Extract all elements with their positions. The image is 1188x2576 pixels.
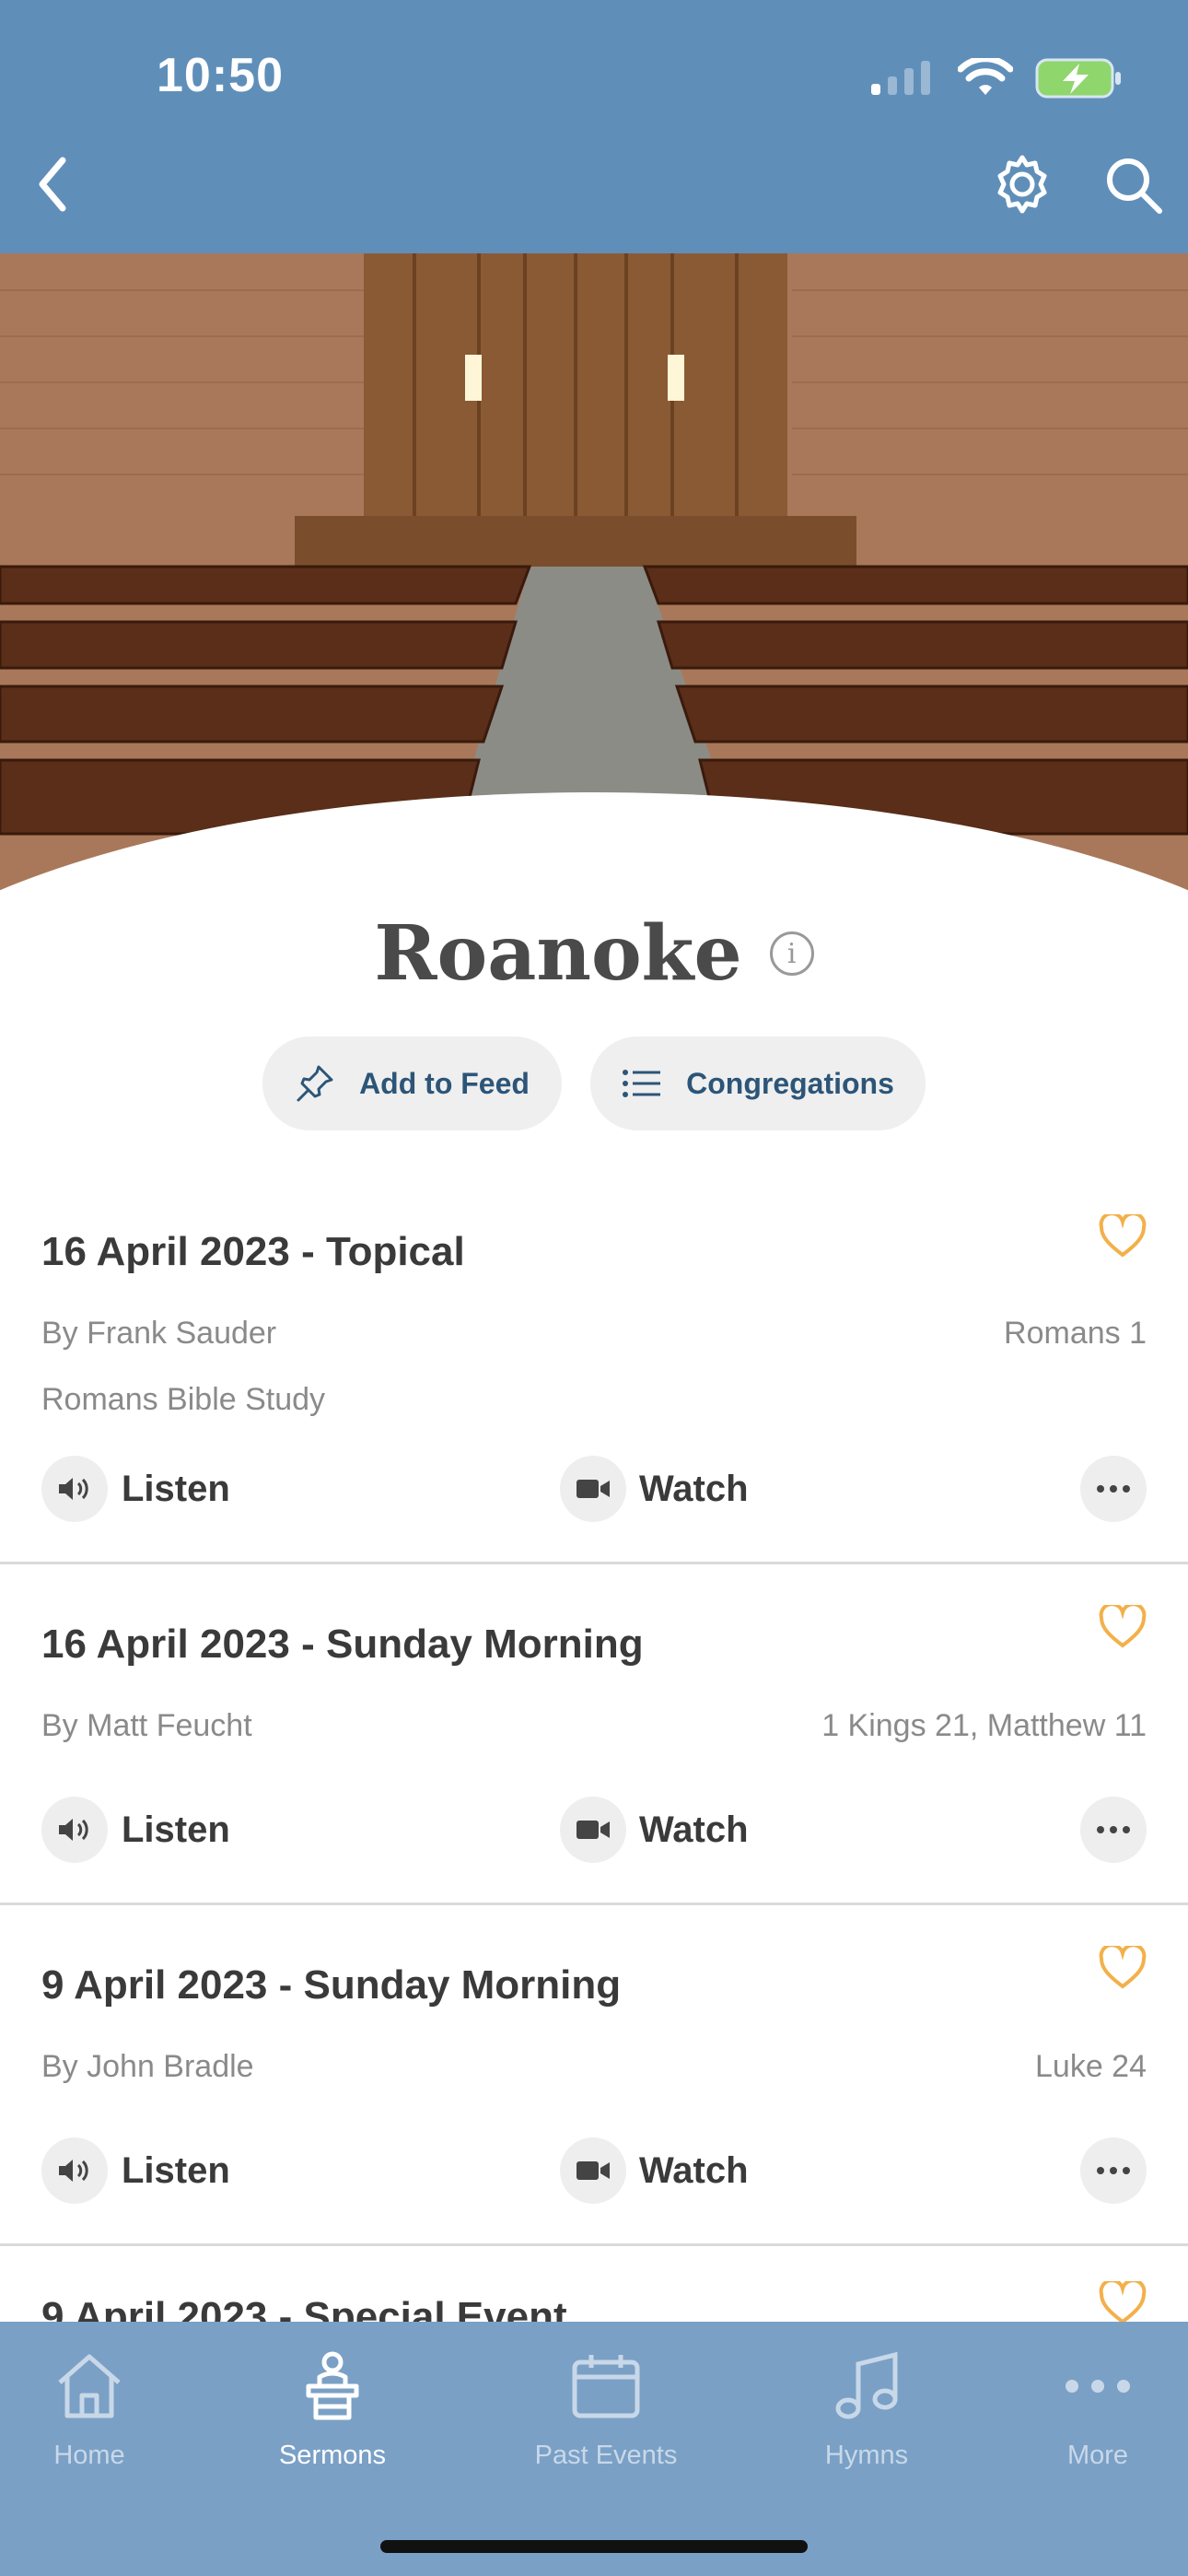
status-time: 10:50 (157, 49, 284, 102)
status-icons (869, 57, 1124, 100)
sermon-reference: 1 Kings 21, Matthew 11 (821, 1708, 1147, 1743)
page-title: Roanoke (374, 909, 742, 998)
tab-more-label: More (1066, 2441, 1129, 2470)
congregations-label: Congregations (686, 1066, 894, 1100)
add-to-feed-button[interactable]: Add to Feed (262, 1036, 562, 1130)
sermon-series: Romans Bible Study (41, 1382, 326, 1417)
sermon-reference: Romans 1 (1004, 1316, 1147, 1351)
watch-label[interactable]: Watch (639, 2150, 749, 2192)
tab-hymns-label: Hymns (824, 2441, 909, 2470)
favorite-heart-icon[interactable] (1099, 1214, 1147, 1259)
video-camera-icon (577, 1821, 610, 1839)
pulpit-icon (306, 2351, 359, 2420)
signal-icon (871, 61, 930, 95)
sermon-speaker: By John Bradle (41, 2049, 254, 2084)
video-camera-icon (577, 1480, 610, 1498)
sermon-title: 9 April 2023 - Sunday Morning (41, 1962, 622, 2008)
video-camera-icon (577, 2161, 610, 2180)
congregation-hero-image (0, 253, 1188, 898)
header-bar: 10:50 (0, 0, 1188, 253)
congregation-header: Roanoke i (0, 898, 1188, 1009)
tab-home[interactable]: Home (0, 2349, 195, 2471)
list-icon (623, 1070, 661, 1097)
listen-button[interactable] (41, 2137, 108, 2204)
listen-label[interactable]: Listen (122, 2150, 230, 2192)
info-icon[interactable]: i (769, 931, 814, 976)
more-options-button[interactable] (1080, 2137, 1147, 2204)
pin-icon (297, 1065, 333, 1102)
search-icon[interactable] (1101, 152, 1165, 217)
watch-button[interactable] (560, 1797, 626, 1863)
sermon-speaker: By Matt Feucht (41, 1708, 252, 1743)
sermon-reference: Luke 24 (1035, 2049, 1147, 2084)
calendar-icon (572, 2355, 640, 2418)
ellipsis-icon (1097, 2167, 1130, 2174)
listen-label[interactable]: Listen (122, 1469, 230, 1510)
tab-home-label: Home (53, 2441, 125, 2470)
sermon-speaker: By Frank Sauder (41, 1316, 277, 1351)
more-options-button[interactable] (1080, 1797, 1147, 1863)
listen-label[interactable]: Listen (122, 1809, 230, 1851)
sermon-title: 16 April 2023 - Topical (41, 1229, 465, 1274)
watch-label[interactable]: Watch (639, 1809, 749, 1851)
speaker-icon (59, 1819, 88, 1841)
speaker-icon (59, 2160, 88, 2182)
favorite-heart-icon[interactable] (1099, 1946, 1147, 1990)
sermon-title: 16 April 2023 - Sunday Morning (41, 1622, 644, 1667)
tab-sermons-label: Sermons (278, 2441, 387, 2470)
ellipsis-icon (1097, 1485, 1130, 1493)
home-indicator (380, 2540, 808, 2553)
gear-icon[interactable] (990, 152, 1054, 217)
tab-past-events-label: Past Events (534, 2441, 678, 2470)
battery-charging-icon (1035, 58, 1121, 99)
favorite-heart-icon[interactable] (1099, 2281, 1147, 2325)
tab-sermons[interactable]: Sermons (227, 2349, 438, 2471)
speaker-icon (59, 1478, 88, 1500)
watch-label[interactable]: Watch (639, 1469, 749, 1510)
watch-button[interactable] (560, 2137, 626, 2204)
sermon-item[interactable]: 16 April 2023 - Topical By Frank Sauder … (0, 1188, 1188, 1564)
tab-more[interactable]: More (992, 2349, 1188, 2471)
watch-button[interactable] (560, 1456, 626, 1522)
more-dots-icon (1066, 2380, 1130, 2393)
congregations-button[interactable]: Congregations (590, 1036, 926, 1130)
ellipsis-icon (1097, 1826, 1130, 1833)
home-icon (58, 2354, 121, 2418)
tab-hymns[interactable]: Hymns (761, 2349, 973, 2471)
more-options-button[interactable] (1080, 1456, 1147, 1522)
wifi-icon (958, 58, 1013, 95)
sermon-item[interactable]: 9 April 2023 - Sunday Morning By John Br… (0, 1905, 1188, 2246)
sermon-item[interactable]: 16 April 2023 - Sunday Morning By Matt F… (0, 1564, 1188, 1905)
back-arrow-icon[interactable] (28, 147, 83, 221)
tab-past-events[interactable]: Past Events (500, 2349, 712, 2471)
listen-button[interactable] (41, 1797, 108, 1863)
tab-bar: Home Sermons Past Events Hymns More (0, 2322, 1188, 2576)
add-to-feed-label: Add to Feed (359, 1066, 530, 1100)
favorite-heart-icon[interactable] (1099, 1605, 1147, 1649)
music-note-icon (835, 2351, 898, 2419)
listen-button[interactable] (41, 1456, 108, 1522)
